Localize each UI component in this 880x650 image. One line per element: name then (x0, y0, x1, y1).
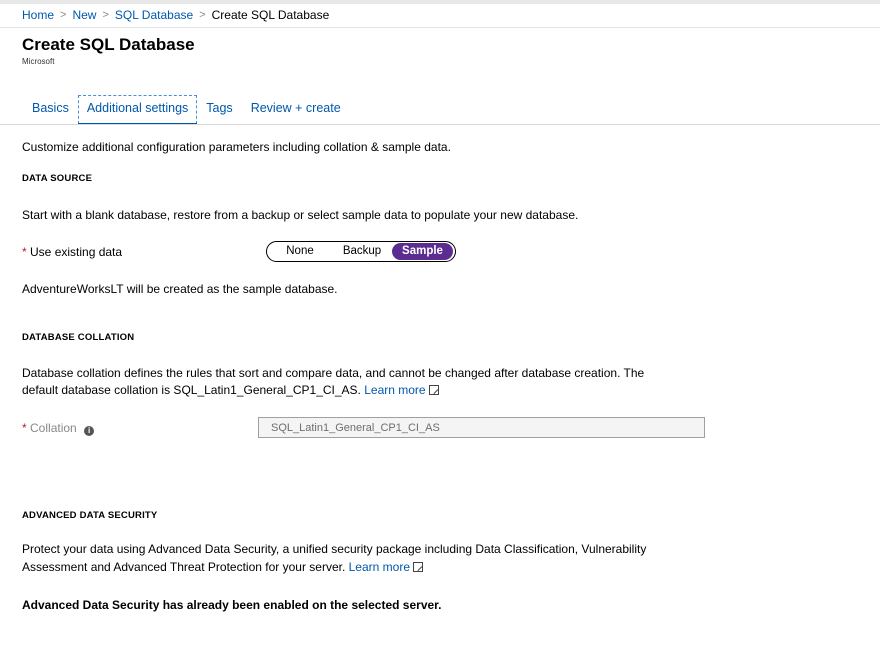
page-title: Create SQL Database (22, 35, 195, 54)
tab-basics[interactable]: Basics (22, 95, 78, 124)
intro-text: Customize additional configuration param… (22, 140, 451, 154)
breadcrumb-sql-database[interactable]: SQL Database (115, 8, 193, 22)
breadcrumb: Home > New > SQL Database > Create SQL D… (22, 8, 329, 22)
chevron-right-icon: > (60, 9, 67, 21)
data-source-heading: DATA SOURCE (22, 173, 93, 184)
security-learn-more-link[interactable]: Learn more (349, 560, 410, 574)
option-none[interactable]: None (268, 243, 332, 260)
collation-input[interactable] (258, 417, 705, 438)
collation-label: * Collation i (22, 421, 95, 436)
breadcrumb-current: Create SQL Database (211, 8, 330, 22)
use-existing-data-label-text: Use existing data (30, 245, 123, 259)
security-status: Advanced Data Security has already been … (22, 598, 442, 612)
use-existing-data-label: * Use existing data (22, 245, 122, 259)
security-description-line2: Assessment and Advanced Threat Protectio… (22, 560, 423, 574)
collation-learn-more-link[interactable]: Learn more (364, 383, 425, 397)
chevron-right-icon: > (102, 9, 109, 21)
tab-tags[interactable]: Tags (197, 95, 241, 124)
data-source-description: Start with a blank database, restore fro… (22, 208, 579, 222)
security-description-line1: Protect your data using Advanced Data Se… (22, 542, 647, 556)
collation-heading: DATABASE COLLATION (22, 332, 135, 343)
sample-note: AdventureWorksLT will be created as the … (22, 282, 338, 296)
collation-description-line1: Database collation defines the rules tha… (22, 366, 645, 380)
option-sample[interactable]: Sample (392, 243, 453, 260)
collation-label-text: Collation (30, 421, 77, 435)
tabs-divider (0, 124, 880, 125)
required-mark: * (22, 421, 27, 435)
required-mark: * (22, 245, 27, 259)
tab-bar: Basics Additional settings Tags Review +… (22, 95, 350, 125)
collation-description-line2-text: default database collation is SQL_Latin1… (22, 383, 361, 397)
tab-review-create[interactable]: Review + create (242, 95, 350, 124)
option-backup[interactable]: Backup (332, 243, 392, 260)
breadcrumb-new[interactable]: New (72, 8, 96, 22)
external-link-icon[interactable] (428, 385, 439, 395)
collation-description-line2: default database collation is SQL_Latin1… (22, 383, 439, 397)
security-description-line2-text: Assessment and Advanced Threat Protectio… (22, 560, 346, 574)
use-existing-data-toggle: None Backup Sample (266, 241, 456, 262)
security-heading: ADVANCED DATA SECURITY (22, 510, 158, 521)
info-icon[interactable]: i (84, 426, 95, 436)
external-link-icon[interactable] (413, 562, 423, 572)
breadcrumb-home[interactable]: Home (22, 8, 54, 22)
tab-additional-settings[interactable]: Additional settings (77, 95, 198, 125)
chevron-right-icon: > (199, 9, 206, 21)
page-subtitle: Microsoft (22, 57, 55, 66)
top-strip (0, 0, 880, 4)
divider (0, 27, 880, 28)
